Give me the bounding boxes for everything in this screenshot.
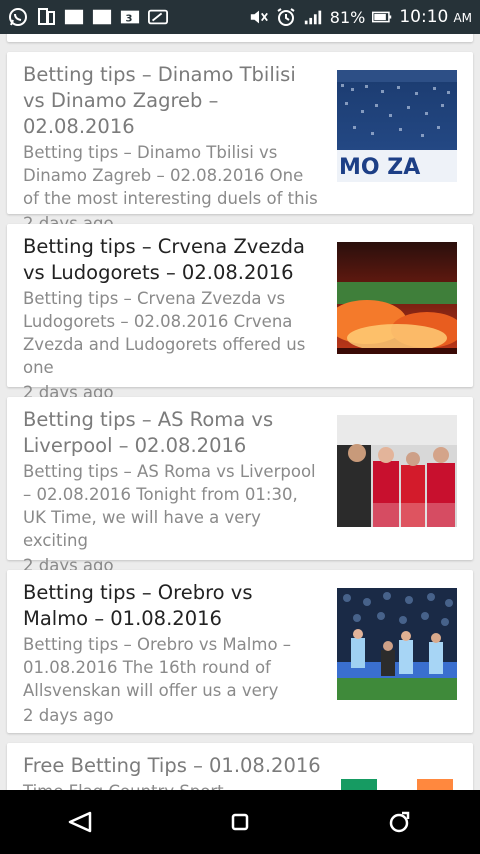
mute-icon [249,7,269,27]
battery-percent: 81% [329,7,366,27]
clock-ampm: AM [453,11,472,25]
article-title[interactable]: Betting tips – Dinamo Tbilisi vs Dinamo … [23,62,323,140]
navigation-bar [0,790,480,854]
article-card[interactable]: Free Betting Tips – 01.08.2016 Time Flag… [7,743,473,790]
status-bar: 3 81% 10:10 AM [0,0,480,34]
home-icon [231,813,249,831]
article-card[interactable]: Betting tips – Crvena Zvezda vs Ludogore… [7,224,473,402]
home-button[interactable] [210,792,270,852]
article-thumbnail[interactable] [337,588,457,700]
whatsapp-icon [8,7,28,27]
article-title[interactable]: Betting tips – Orebro vs Malmo – 01.08.2… [23,580,323,632]
svg-text:MO ZA: MO ZA [339,155,420,180]
clock-time: 10:10 [399,7,449,27]
phone-sync-icon [36,7,56,27]
article-thumbnail[interactable]: MO ZA [337,70,457,182]
back-icon [68,811,92,833]
recent-apps-icon [389,811,410,833]
article-excerpt: Time Flag Country Sport Competitions [23,780,323,790]
article-card[interactable]: Betting tips – Orebro vs Malmo – 01.08.2… [7,570,473,733]
article-title[interactable]: Betting tips – Crvena Zvezda vs Ludogore… [23,234,323,286]
article-title[interactable]: Betting tips – AS Roma vs Liverpool – 02… [23,407,323,459]
article-card[interactable]: Betting tips – Dinamo Tbilisi vs Dinamo … [7,52,473,233]
article-title[interactable]: Free Betting Tips – 01.08.2016 [23,753,323,779]
battery-icon [372,7,392,27]
feather-icon [148,7,168,27]
article-excerpt: Betting tips – Crvena Zvezda vs Ludogore… [23,289,306,377]
article-timestamp: 2 days ago [23,706,114,725]
article-thumbnail[interactable] [337,779,457,790]
media-notification-icon: 3 [120,7,140,27]
article-thumbnail[interactable] [337,242,457,354]
article-card[interactable]: Betting tips – AS Roma vs Liverpool – 02… [7,397,473,575]
article-card-partial[interactable] [7,34,473,42]
article-excerpt: Betting tips – AS Roma vs Liverpool – 02… [23,462,316,550]
article-excerpt: Betting tips – Dinamo Tbilisi vs Dinamo … [23,143,318,208]
alarm-icon [276,7,296,27]
image-notification-icon [92,7,112,27]
image-notification-icon [64,7,84,27]
recent-apps-button[interactable] [370,792,430,852]
article-excerpt: Betting tips – Orebro vs Malmo – 01.08.2… [23,635,292,700]
article-thumbnail[interactable] [337,415,457,527]
article-feed[interactable]: Betting tips – Dinamo Tbilisi vs Dinamo … [0,34,480,790]
back-button[interactable] [50,792,110,852]
svg-text:3: 3 [125,14,132,25]
signal-icon [303,7,323,27]
